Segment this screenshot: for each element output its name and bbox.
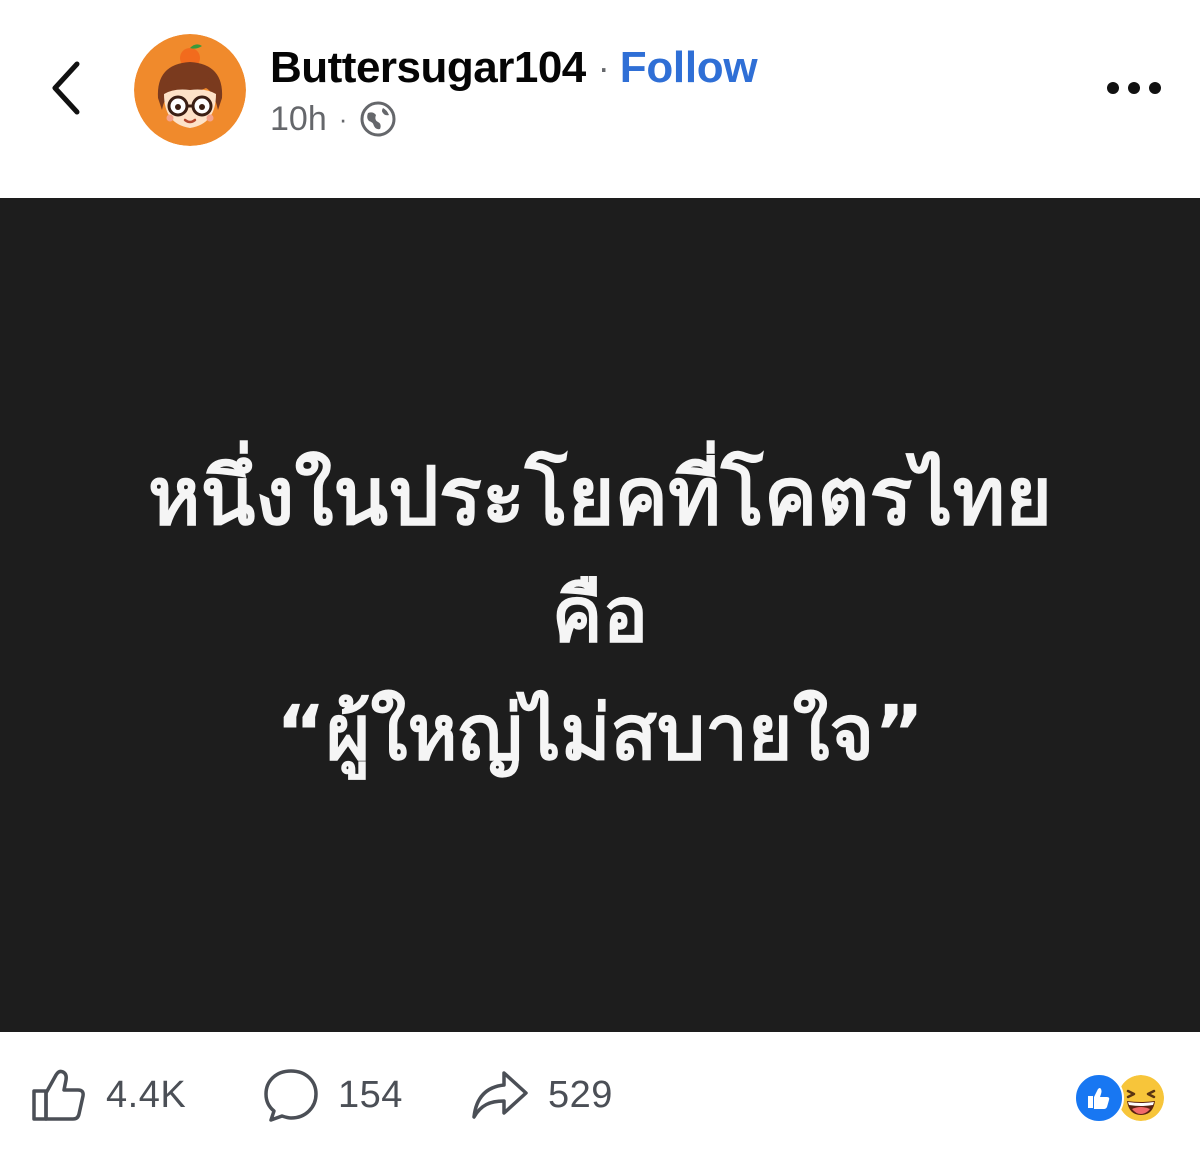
chevron-left-icon <box>49 60 83 121</box>
post-text-line-2: คือ <box>551 570 649 659</box>
post-timestamp[interactable]: 10h <box>270 100 327 139</box>
avatar[interactable] <box>134 34 246 146</box>
author-name[interactable]: Buttersugar104 <box>270 43 586 93</box>
share-count: 529 <box>548 1073 613 1116</box>
post-header: Buttersugar104 · Follow 10h · <box>0 0 1200 198</box>
comment-count: 154 <box>338 1073 403 1116</box>
more-options-button[interactable] <box>1098 66 1170 114</box>
meta-separator-dot: · <box>338 103 348 134</box>
share-arrow-icon <box>470 1067 530 1123</box>
post-image[interactable]: หนึ่งในประโยคที่โคตรไทย คือ “ผู้ใหญ่ไม่ส… <box>0 198 1200 1032</box>
author-line: Buttersugar104 · Follow <box>270 38 758 98</box>
post-page: Buttersugar104 · Follow 10h · หนึ่งในประ… <box>0 0 1200 1155</box>
like-count: 4.4K <box>106 1073 187 1116</box>
like-button[interactable]: 4.4K <box>30 1062 186 1128</box>
post-text-line-3: “ผู้ใหญ่ไม่สบายใจ” <box>275 688 925 777</box>
more-horizontal-icon <box>1106 81 1162 100</box>
avatar-illustration-icon <box>134 34 246 146</box>
globe-icon <box>359 100 397 138</box>
back-button[interactable] <box>38 52 94 128</box>
post-text-line-1: หนึ่งในประโยคที่โคตรไทย <box>147 450 1053 543</box>
thumbs-up-icon <box>30 1067 88 1123</box>
separator-dot: · <box>597 47 610 88</box>
post-actions-bar: 4.4K 154 529 <box>0 1032 1200 1155</box>
reactions-summary[interactable] <box>1074 1072 1170 1123</box>
comment-bubble-icon <box>262 1067 320 1123</box>
post-meta: 10h · <box>270 98 397 140</box>
follow-button[interactable]: Follow <box>620 43 758 93</box>
comment-button[interactable]: 154 <box>262 1062 403 1128</box>
like-reaction-icon <box>1074 1073 1124 1123</box>
share-button[interactable]: 529 <box>470 1062 613 1128</box>
